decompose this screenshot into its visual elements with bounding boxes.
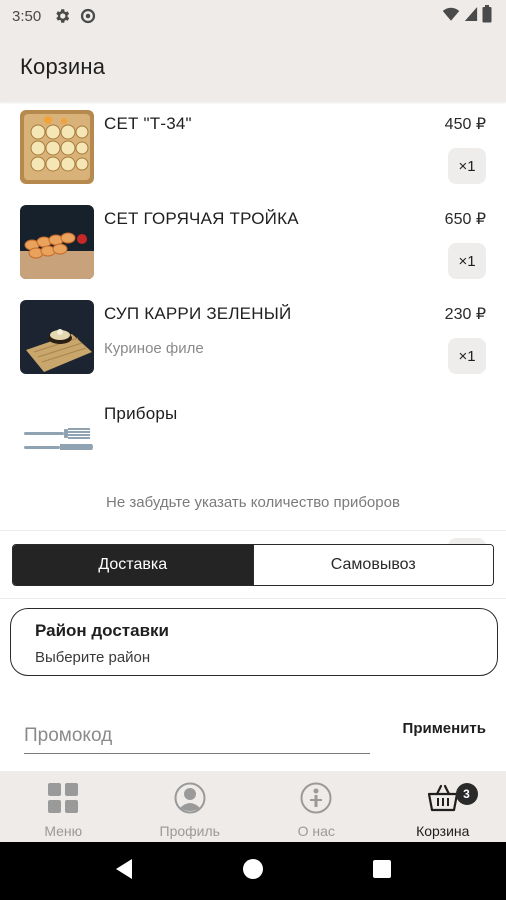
nav-item-menu[interactable]: Меню xyxy=(0,771,127,842)
item-name: СУП КАРРИ ЗЕЛЕНЫЙ xyxy=(104,304,292,323)
basket-icon xyxy=(426,781,460,815)
nav-label: О нас xyxy=(297,823,335,839)
nav-label: Меню xyxy=(44,823,83,839)
delivery-mode-toggle: Доставка Самовывоз xyxy=(12,544,494,586)
item-image-curry-soup xyxy=(20,300,94,374)
nav-item-cart[interactable]: 3 Корзина xyxy=(380,771,506,842)
nav-label: Корзина xyxy=(416,823,470,839)
item-image-hot-trio xyxy=(20,205,94,279)
item-name: СЕТ ГОРЯЧАЯ ТРОЙКА xyxy=(104,209,299,228)
nav-label: Профиль xyxy=(159,823,220,839)
item-price: 230 ₽ xyxy=(444,306,486,323)
cutlery-icon xyxy=(20,402,94,476)
quantity-button[interactable]: ×1 xyxy=(448,243,486,279)
system-navigation-bar xyxy=(0,842,506,900)
nav-item-profile[interactable]: Профиль xyxy=(127,771,254,842)
cart-count-badge: 3 xyxy=(455,783,478,805)
quantity-button[interactable]: ×1 xyxy=(448,148,486,184)
item-name: СЕТ "Т-34" xyxy=(104,114,192,133)
item-name: Приборы xyxy=(104,404,178,423)
divider xyxy=(0,530,506,531)
page-title: Корзина xyxy=(20,54,106,79)
item-price: 650 ₽ xyxy=(444,211,486,228)
wifi-icon xyxy=(442,6,460,26)
promo-code-input[interactable] xyxy=(24,718,370,754)
nav-item-about[interactable]: О нас xyxy=(253,771,380,842)
item-price: 450 ₽ xyxy=(444,116,486,133)
back-icon[interactable] xyxy=(114,858,134,885)
home-icon[interactable] xyxy=(242,858,264,885)
signal-icon xyxy=(464,6,478,26)
cart-item[interactable]: СУП КАРРИ ЗЕЛЕНЫЙ Куриное филе 230 ₽ ×1 xyxy=(0,292,506,386)
delivery-option[interactable]: Доставка xyxy=(13,545,253,585)
info-icon xyxy=(299,781,333,815)
delivery-district-selector[interactable]: Район доставки Выберите район xyxy=(10,608,498,676)
user-icon xyxy=(173,781,207,815)
cart-item[interactable]: Приборы ×1 xyxy=(0,392,506,574)
settings-gear-icon xyxy=(53,7,71,25)
recents-icon[interactable] xyxy=(372,859,392,884)
item-image-set-t34 xyxy=(20,110,94,184)
quantity-button[interactable]: ×1 xyxy=(448,338,486,374)
status-bar: 3:50 xyxy=(0,0,506,32)
app-bar: Корзина xyxy=(0,32,506,102)
grid-icon xyxy=(46,781,80,815)
district-title: Район доставки xyxy=(35,621,169,640)
battery-icon xyxy=(482,5,492,27)
apply-promo-button[interactable]: Применить xyxy=(403,720,486,737)
cart-item[interactable]: СЕТ "Т-34" 450 ₽ ×1 xyxy=(0,102,506,196)
status-time: 3:50 xyxy=(12,7,42,25)
item-description: Куриное филе xyxy=(104,340,204,357)
cart-item[interactable]: СЕТ ГОРЯЧАЯ ТРОЙКА 650 ₽ ×1 xyxy=(0,197,506,291)
divider xyxy=(0,598,506,599)
district-subtitle: Выберите район xyxy=(35,649,151,666)
pickup-option[interactable]: Самовывоз xyxy=(252,545,493,585)
at-sign-icon xyxy=(79,7,97,25)
cutlery-reminder: Не забудьте указать количество приборов xyxy=(106,494,400,511)
bottom-nav: Меню Профиль О нас 3 Корзина xyxy=(0,771,506,842)
